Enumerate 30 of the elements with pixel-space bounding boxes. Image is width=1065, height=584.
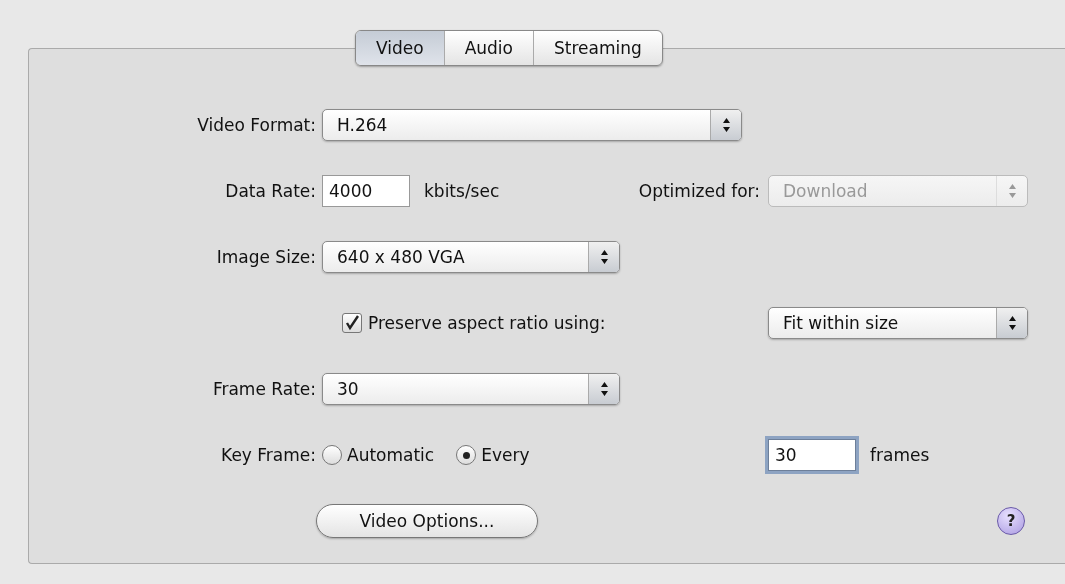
up-down-arrows-icon: [599, 381, 609, 397]
unit-label: frames: [870, 445, 930, 465]
help-button[interactable]: ?: [997, 507, 1025, 535]
checkbox-label: Preserve aspect ratio using:: [368, 313, 606, 333]
input-field[interactable]: 4000: [322, 175, 410, 207]
video-options-button[interactable]: Video Options...: [316, 504, 538, 538]
tab[interactable]: Video: [356, 31, 444, 65]
radio-button[interactable]: [322, 445, 342, 465]
field-label: Optimized for:: [638, 181, 760, 201]
fit-dropdown[interactable]: Fit within size: [768, 307, 1028, 339]
unit-label: kbits/sec: [424, 181, 500, 201]
radio-label: Automatic: [347, 445, 435, 465]
input-field[interactable]: 30: [768, 439, 856, 471]
radio-label: Every: [481, 445, 530, 465]
up-down-arrows-icon: [721, 117, 731, 133]
frame-rate-dropdown[interactable]: 30: [322, 373, 620, 405]
up-down-arrows-icon: [1007, 183, 1017, 199]
tab[interactable]: Streaming: [532, 31, 662, 65]
field-label: Frame Rate:: [212, 379, 317, 399]
up-down-arrows-icon: [599, 249, 609, 265]
format-dropdown[interactable]: H.264: [322, 109, 742, 141]
size-dropdown[interactable]: 640 x 480 VGA: [322, 241, 620, 273]
radio-button[interactable]: [456, 445, 477, 465]
field-label: Video Format:: [197, 115, 317, 135]
field-label: Data Rate:: [225, 181, 317, 201]
up-down-arrows-icon: [1007, 315, 1017, 331]
field-label: Key Frame:: [221, 445, 317, 465]
field-label: Image Size:: [216, 247, 317, 267]
checkbox[interactable]: [342, 313, 362, 333]
tab[interactable]: Audio: [443, 31, 533, 65]
